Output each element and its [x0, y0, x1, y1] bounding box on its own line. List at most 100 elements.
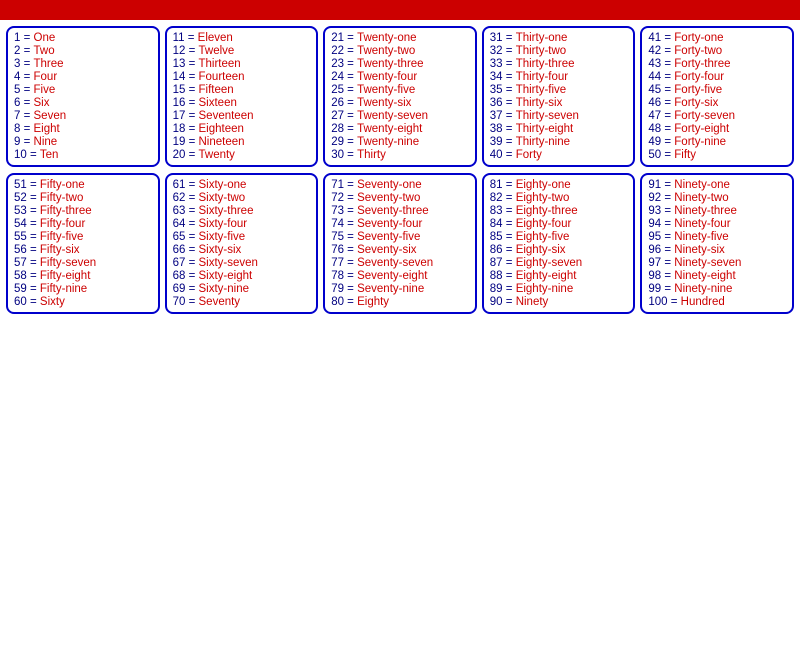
equals-sign: =: [344, 71, 357, 83]
number-box-g10: 91 = Ninety-one92 = Ninety-two93 = Ninet…: [640, 173, 794, 314]
number-entry-49: 49 = Forty-nine: [648, 136, 786, 148]
number-entry-13: 13 = Thirteen: [173, 58, 311, 70]
number-name-70: Seventy: [199, 296, 241, 308]
number-entry-55: 55 = Fifty-five: [14, 231, 152, 243]
number-entry-3: 3 = Three: [14, 58, 152, 70]
equals-sign: =: [503, 244, 516, 256]
number-name-51: Fifty-one: [40, 179, 85, 191]
number-name-81: Eighty-one: [516, 179, 571, 191]
number-54: 54: [14, 218, 27, 230]
equals-sign: =: [185, 58, 198, 70]
number-name-9: Nine: [34, 136, 58, 148]
number-entry-37: 37 = Thirty-seven: [490, 110, 628, 122]
number-name-58: Fifty-eight: [40, 270, 91, 282]
number-name-75: Seventy-five: [357, 231, 420, 243]
number-entry-59: 59 = Fifty-nine: [14, 283, 152, 295]
equals-sign: =: [503, 110, 516, 122]
equals-sign: =: [27, 296, 40, 308]
number-entry-24: 24 = Twenty-four: [331, 71, 469, 83]
number-entry-75: 75 = Seventy-five: [331, 231, 469, 243]
number-42: 42: [648, 45, 661, 57]
number-name-62: Sixty-two: [199, 192, 246, 204]
number-entry-87: 87 = Eighty-seven: [490, 257, 628, 269]
equals-sign: =: [185, 283, 198, 295]
number-name-22: Twenty-two: [357, 45, 415, 57]
number-name-7: Seven: [34, 110, 67, 122]
number-72: 72: [331, 192, 344, 204]
number-entry-56: 56 = Fifty-six: [14, 244, 152, 256]
number-entry-51: 51 = Fifty-one: [14, 179, 152, 191]
number-entry-84: 84 = Eighty-four: [490, 218, 628, 230]
equals-sign: =: [661, 231, 674, 243]
number-25: 25: [331, 84, 344, 96]
number-name-28: Twenty-eight: [357, 123, 422, 135]
number-entry-85: 85 = Eighty-five: [490, 231, 628, 243]
number-name-88: Eighty-eight: [516, 270, 577, 282]
number-81: 81: [490, 179, 503, 191]
number-21: 21: [331, 32, 344, 44]
number-entry-22: 22 = Twenty-two: [331, 45, 469, 57]
number-46: 46: [648, 97, 661, 109]
number-34: 34: [490, 71, 503, 83]
equals-sign: =: [503, 97, 516, 109]
number-name-66: Sixty-six: [199, 244, 242, 256]
number-entry-17: 17 = Seventeen: [173, 110, 311, 122]
number-66: 66: [173, 244, 186, 256]
equals-sign: =: [661, 270, 674, 282]
number-43: 43: [648, 58, 661, 70]
equals-sign: =: [503, 218, 516, 230]
number-23: 23: [331, 58, 344, 70]
number-41: 41: [648, 32, 661, 44]
number-86: 86: [490, 244, 503, 256]
equals-sign: =: [27, 283, 40, 295]
number-name-8: Eight: [34, 123, 60, 135]
number-name-93: Ninety-three: [674, 205, 737, 217]
equals-sign: =: [503, 123, 516, 135]
number-name-32: Thirty-two: [516, 45, 566, 57]
number-name-1: One: [34, 32, 56, 44]
number-73: 73: [331, 205, 344, 217]
number-39: 39: [490, 136, 503, 148]
number-22: 22: [331, 45, 344, 57]
equals-sign: =: [27, 192, 40, 204]
number-62: 62: [173, 192, 186, 204]
number-name-10: Ten: [40, 149, 59, 161]
number-name-68: Sixty-eight: [199, 270, 253, 282]
number-entry-25: 25 = Twenty-five: [331, 84, 469, 96]
equals-sign: =: [661, 58, 674, 70]
number-entry-74: 74 = Seventy-four: [331, 218, 469, 230]
number-name-84: Eighty-four: [516, 218, 572, 230]
number-name-77: Seventy-seven: [357, 257, 433, 269]
equals-sign: =: [20, 45, 33, 57]
number-entry-100: 100 = Hundred: [648, 296, 786, 308]
number-name-95: Ninety-five: [674, 231, 728, 243]
number-name-90: Ninety: [516, 296, 549, 308]
number-entry-69: 69 = Sixty-nine: [173, 283, 311, 295]
number-30: 30: [331, 149, 344, 161]
equals-sign: =: [344, 283, 357, 295]
main-content: 1 = One2 = Two3 = Three4 = Four5 = Five6…: [0, 20, 800, 320]
number-51: 51: [14, 179, 27, 191]
number-14: 14: [173, 71, 186, 83]
equals-sign: =: [27, 231, 40, 243]
number-entry-90: 90 = Ninety: [490, 296, 628, 308]
number-name-12: Twelve: [199, 45, 235, 57]
number-entry-35: 35 = Thirty-five: [490, 84, 628, 96]
equals-sign: =: [344, 270, 357, 282]
number-name-91: Ninety-one: [674, 179, 730, 191]
equals-sign: =: [185, 71, 198, 83]
equals-sign: =: [27, 218, 40, 230]
number-94: 94: [648, 218, 661, 230]
number-name-37: Thirty-seven: [516, 110, 579, 122]
number-17: 17: [173, 110, 186, 122]
number-entry-95: 95 = Ninety-five: [648, 231, 786, 243]
number-name-50: Fifty: [674, 149, 696, 161]
equals-sign: =: [661, 218, 674, 230]
equals-sign: =: [185, 97, 198, 109]
number-85: 85: [490, 231, 503, 243]
number-77: 77: [331, 257, 344, 269]
equals-sign: =: [661, 179, 674, 191]
number-name-82: Eighty-two: [516, 192, 570, 204]
number-name-36: Thirty-six: [516, 97, 563, 109]
equals-sign: =: [20, 97, 33, 109]
